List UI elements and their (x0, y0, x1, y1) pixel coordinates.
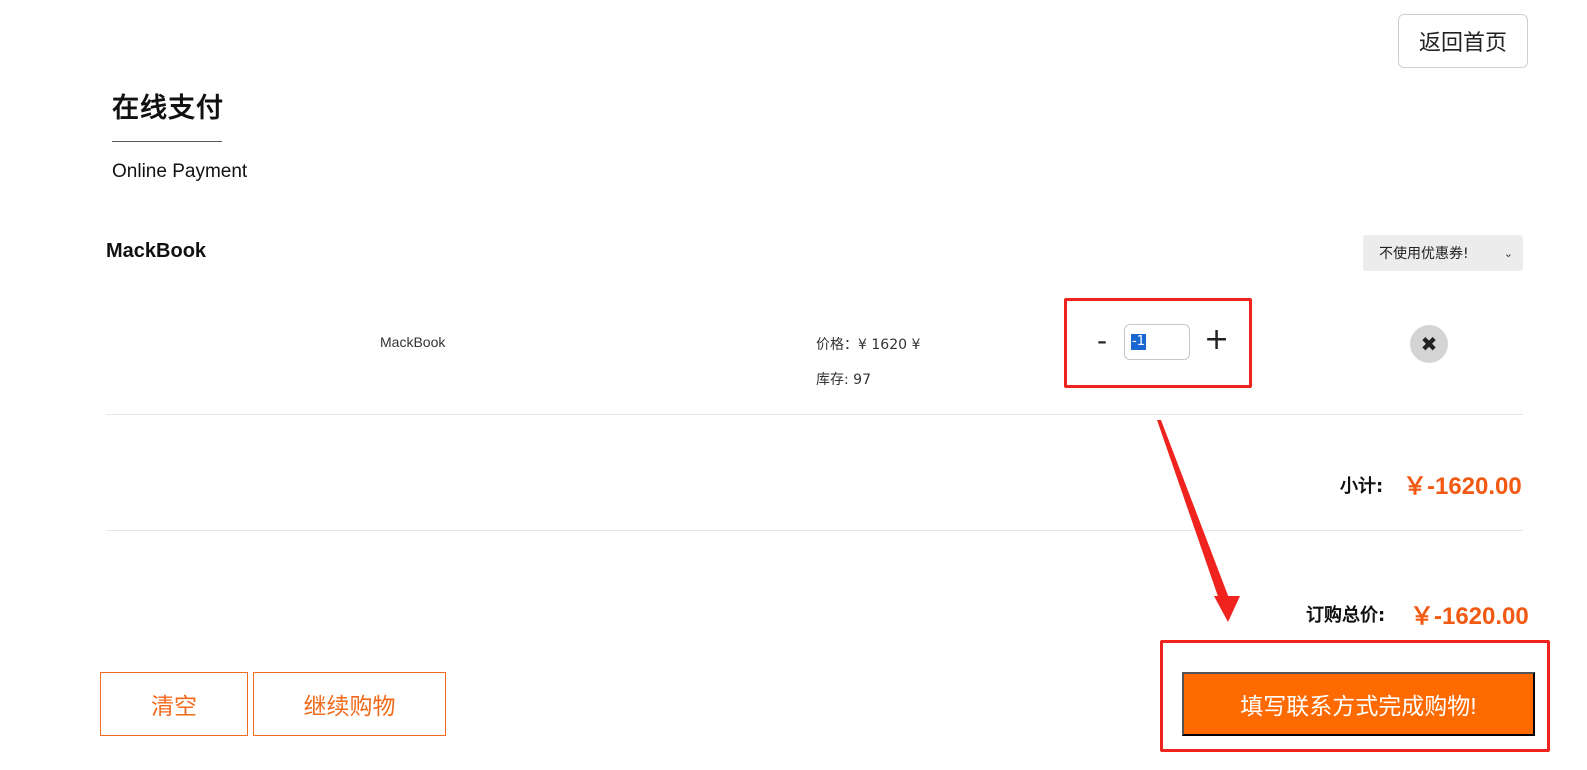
cart-item-name: MackBook (380, 334, 446, 350)
close-icon: ✖ (1420, 332, 1438, 356)
continue-shopping-button[interactable]: 继续购物 (253, 672, 446, 736)
quantity-input[interactable]: -1 (1124, 324, 1190, 360)
cart-item-price: 价格：¥ 1620 ¥ (816, 334, 920, 354)
price-value: 1620 (871, 337, 908, 353)
remove-item-button[interactable]: ✖ (1410, 325, 1448, 363)
page-title: 在线支付 (112, 93, 224, 124)
coupon-select-value: 不使用优惠券! (1379, 246, 1469, 262)
price-currency-suffix: ¥ (911, 337, 921, 353)
quantity-decrease-button[interactable]: - (1092, 324, 1112, 357)
product-heading: MackBook (106, 240, 207, 262)
subtotal-label: 小计: (1340, 476, 1384, 497)
checkout-button[interactable]: 填写联系方式完成购物! (1182, 672, 1535, 736)
home-button[interactable]: 返回首页 (1398, 14, 1528, 68)
stock-label: 库存: (816, 372, 849, 388)
title-divider (112, 141, 222, 142)
coupon-select[interactable]: 不使用优惠券! ⌄ (1363, 235, 1523, 271)
total-label: 订购总价: (1306, 605, 1386, 626)
quantity-value: -1 (1131, 334, 1146, 350)
quantity-increase-button[interactable]: + (1204, 322, 1229, 357)
row-divider (106, 530, 1523, 531)
chevron-down-icon: ⌄ (1503, 246, 1513, 260)
page-subtitle: Online Payment (112, 161, 248, 182)
price-label: 价格：¥ (816, 337, 867, 353)
total-value: ￥-1620.00 (1410, 603, 1529, 630)
cart-item-stock: 库存: 97 (816, 369, 871, 389)
row-divider (106, 414, 1523, 415)
subtotal-value: ￥-1620.00 (1403, 473, 1522, 500)
stock-value: 97 (853, 372, 871, 388)
clear-cart-button[interactable]: 清空 (100, 672, 248, 736)
